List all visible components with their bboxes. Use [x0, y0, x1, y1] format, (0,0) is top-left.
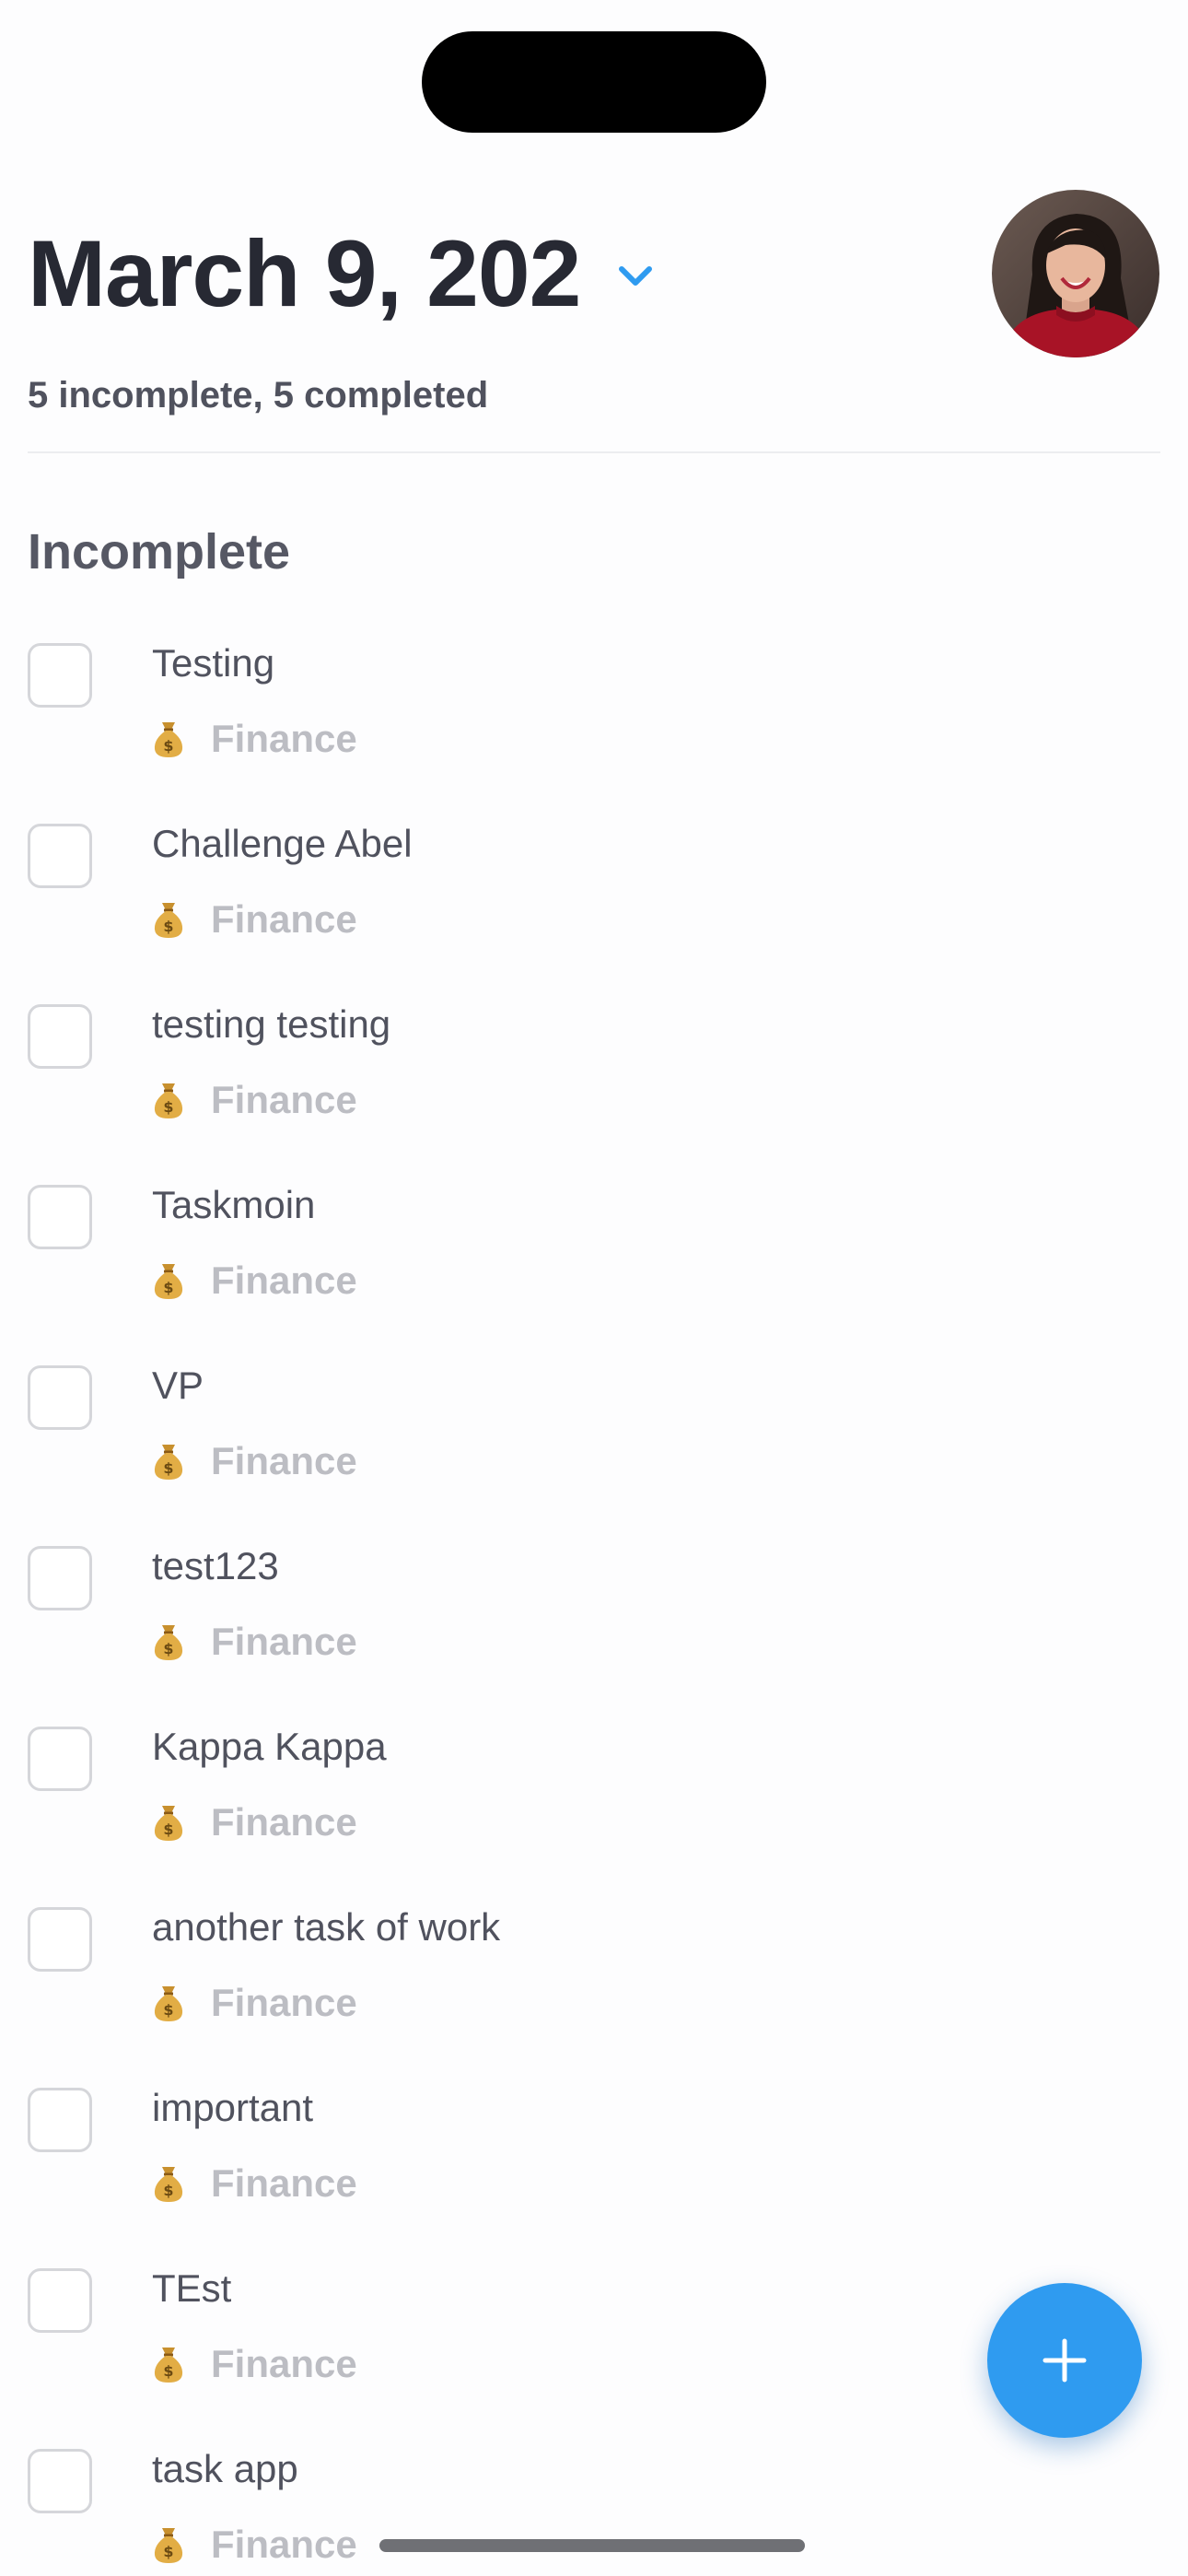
task-checkbox[interactable] — [28, 2449, 92, 2513]
task-category: $ Finance — [152, 1977, 357, 2029]
task-category: $ Finance — [152, 713, 357, 765]
dynamic-island — [422, 31, 766, 133]
task-title[interactable]: Testing — [152, 638, 274, 689]
task-category-label: Finance — [211, 1981, 357, 2024]
task-checkbox[interactable] — [28, 1907, 92, 1972]
task-category: $ Finance — [152, 1074, 357, 1126]
svg-text:$: $ — [163, 1821, 173, 1838]
svg-text:$: $ — [163, 1640, 173, 1657]
task-checkbox[interactable] — [28, 1004, 92, 1069]
task-category: $ Finance — [152, 1797, 357, 1848]
money-bag-icon: $ — [152, 1622, 185, 1662]
money-bag-icon: $ — [152, 2344, 185, 2384]
money-bag-icon: $ — [152, 1260, 185, 1301]
task-title[interactable]: VP — [152, 1360, 204, 1411]
task-row[interactable]: Kappa Kappa $ Finance — [0, 1725, 1188, 1906]
task-row[interactable]: testing testing $ Finance — [0, 1002, 1188, 1184]
svg-text:$: $ — [163, 2543, 173, 2560]
task-category-label: Finance — [211, 897, 357, 941]
task-checkbox[interactable] — [28, 1546, 92, 1610]
task-category: $ Finance — [152, 1616, 357, 1668]
task-row[interactable]: important $ Finance — [0, 2086, 1188, 2267]
task-category: $ Finance — [152, 2338, 357, 2390]
task-category-label: Finance — [211, 1078, 357, 1121]
task-row[interactable]: Taskmoin $ Finance — [0, 1183, 1188, 1364]
date-selector[interactable]: March 9, 202 — [28, 214, 654, 334]
svg-text:$: $ — [163, 1098, 173, 1116]
task-row[interactable]: another task of work $ Finance — [0, 1905, 1188, 2087]
task-row[interactable]: test123 $ Finance — [0, 1544, 1188, 1726]
task-category: $ Finance — [152, 2158, 357, 2209]
money-bag-icon: $ — [152, 1983, 185, 2023]
svg-text:$: $ — [163, 2182, 173, 2199]
chevron-down-icon[interactable] — [617, 264, 654, 288]
task-category-label: Finance — [211, 2342, 357, 2385]
task-category: $ Finance — [152, 894, 357, 945]
task-checkbox[interactable] — [28, 2268, 92, 2333]
task-category-label: Finance — [211, 1439, 357, 1482]
task-title[interactable]: another task of work — [152, 1902, 500, 1953]
money-bag-icon: $ — [152, 1080, 185, 1120]
svg-text:$: $ — [163, 2362, 173, 2380]
avatar[interactable] — [992, 190, 1159, 357]
svg-text:$: $ — [163, 918, 173, 935]
task-title[interactable]: important — [152, 2082, 313, 2134]
task-category-label: Finance — [211, 717, 357, 760]
task-title[interactable]: Challenge Abel — [152, 818, 413, 870]
money-bag-icon: $ — [152, 719, 185, 759]
task-checkbox[interactable] — [28, 1365, 92, 1430]
task-title[interactable]: test123 — [152, 1540, 279, 1592]
task-checkbox[interactable] — [28, 643, 92, 708]
task-category: $ Finance — [152, 2519, 357, 2570]
task-category: $ Finance — [152, 1255, 357, 1306]
date-title[interactable]: March 9, 202 — [28, 214, 581, 334]
task-row[interactable]: task app $ Finance — [0, 2447, 1188, 2576]
task-category-label: Finance — [211, 1259, 357, 1302]
money-bag-icon: $ — [152, 899, 185, 940]
task-category-label: Finance — [211, 2523, 357, 2566]
task-category-label: Finance — [211, 1620, 357, 1663]
money-bag-icon: $ — [152, 1802, 185, 1843]
task-category: $ Finance — [152, 1435, 357, 1487]
money-bag-icon: $ — [152, 1441, 185, 1481]
svg-text:$: $ — [163, 737, 173, 755]
home-indicator — [379, 2539, 805, 2552]
task-title[interactable]: TEst — [152, 2263, 231, 2314]
task-list-screen: March 9, 202 5 incomplete, 5 completed I… — [0, 0, 1188, 2576]
task-row[interactable]: Challenge Abel $ Finance — [0, 822, 1188, 1003]
task-summary: 5 incomplete, 5 completed — [28, 375, 489, 416]
section-title-incomplete: Incomplete — [28, 524, 291, 580]
task-row[interactable]: VP $ Finance — [0, 1364, 1188, 1545]
task-row[interactable]: Testing $ Finance — [0, 641, 1188, 823]
plus-icon — [1042, 2338, 1087, 2383]
svg-text:$: $ — [163, 1459, 173, 1477]
task-checkbox[interactable] — [28, 1727, 92, 1791]
task-checkbox[interactable] — [28, 824, 92, 888]
task-title[interactable]: Taskmoin — [152, 1179, 315, 1231]
task-category-label: Finance — [211, 2161, 357, 2205]
money-bag-icon: $ — [152, 2163, 185, 2204]
svg-text:$: $ — [163, 2001, 173, 2019]
add-task-button[interactable] — [987, 2283, 1142, 2438]
svg-text:$: $ — [163, 1279, 173, 1296]
task-checkbox[interactable] — [28, 1185, 92, 1249]
task-title[interactable]: testing testing — [152, 999, 390, 1050]
task-category-label: Finance — [211, 1800, 357, 1844]
money-bag-icon: $ — [152, 2524, 185, 2565]
task-title[interactable]: task app — [152, 2443, 298, 2495]
task-title[interactable]: Kappa Kappa — [152, 1721, 387, 1773]
divider — [28, 451, 1160, 453]
task-checkbox[interactable] — [28, 2088, 92, 2152]
